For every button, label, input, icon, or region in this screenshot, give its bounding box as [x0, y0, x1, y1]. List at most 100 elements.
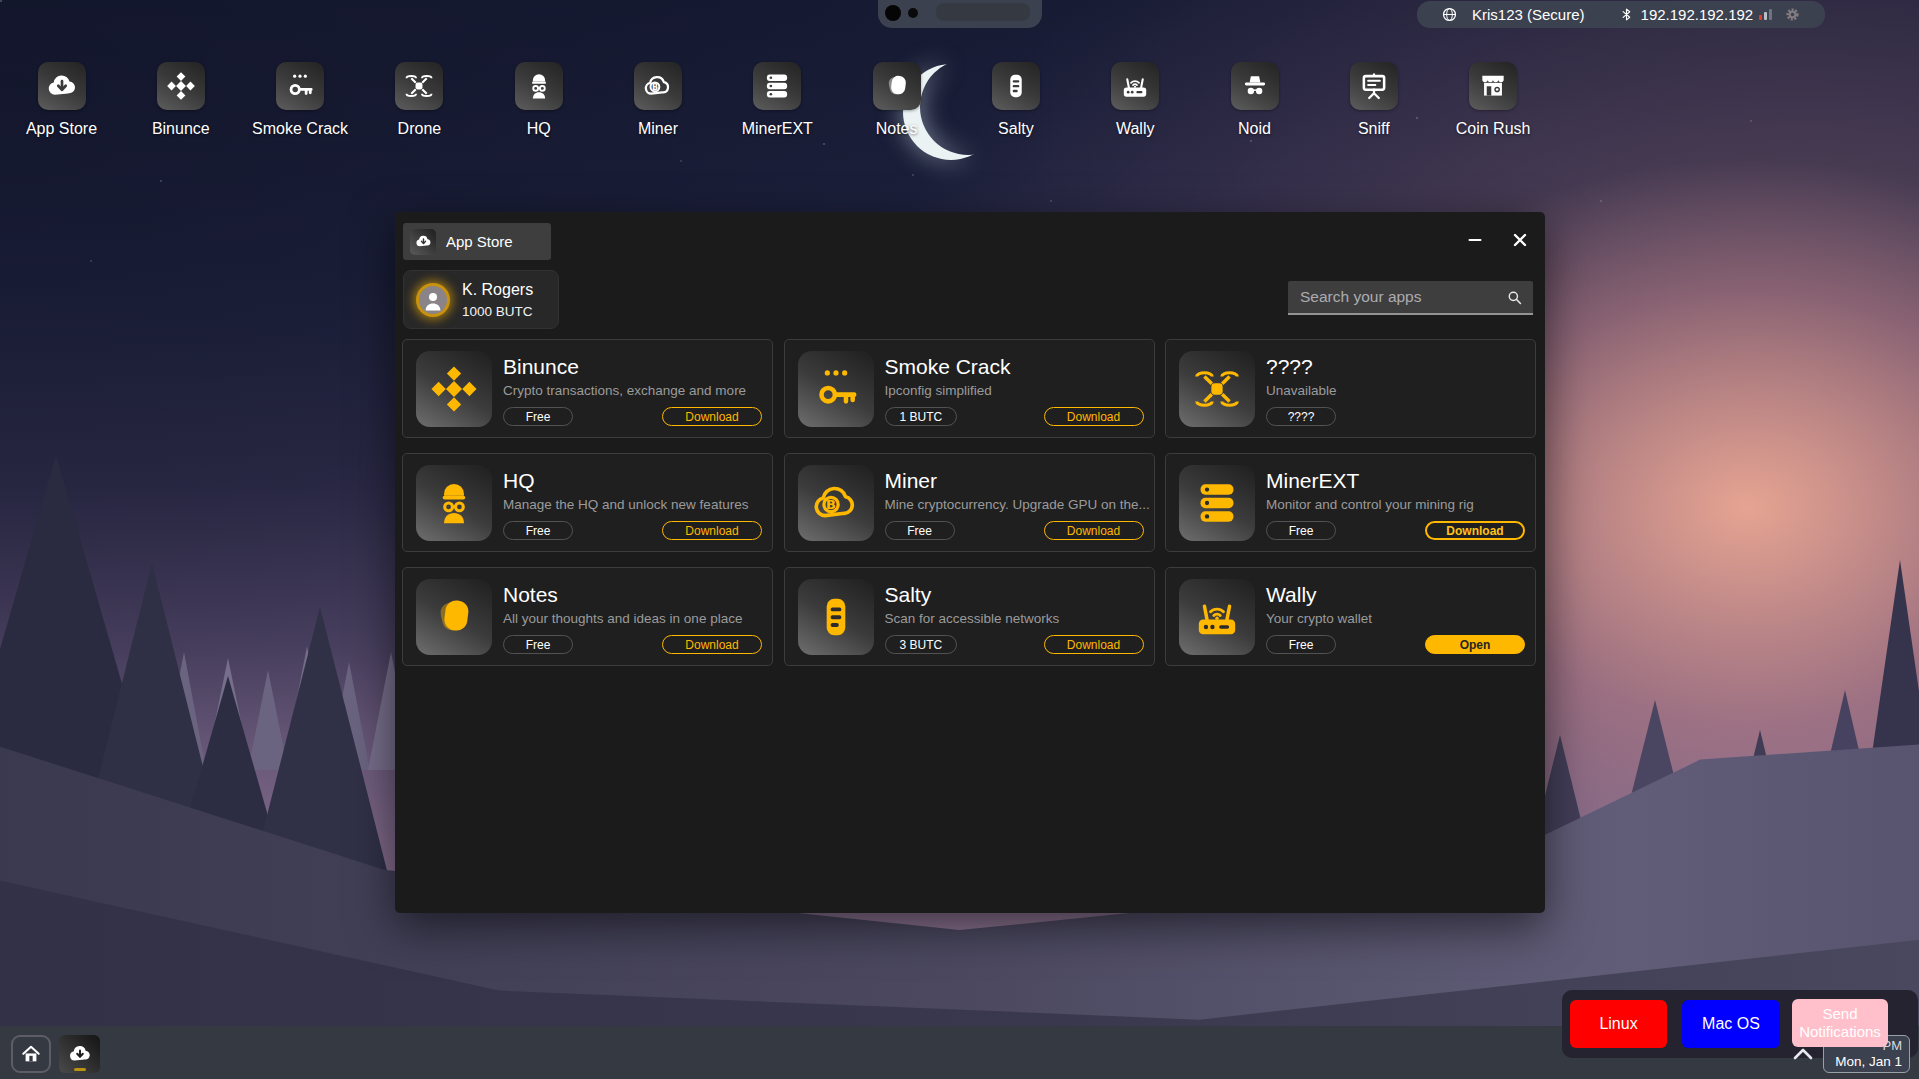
desktop-icon-app-store[interactable]: App Store — [7, 62, 117, 138]
app-name: Smoke Crack — [885, 355, 1011, 379]
taskbar-home-button[interactable] — [11, 1035, 51, 1073]
app-store-tab-icon — [410, 229, 436, 255]
person-icon — [420, 288, 446, 314]
app-name: ???? — [1266, 355, 1313, 379]
desktop-icon-label: MinerEXT — [742, 120, 813, 138]
app-download-button[interactable]: Download — [662, 635, 762, 654]
desktop-icon-binunce[interactable]: Binunce — [126, 62, 236, 138]
drone-icon — [1191, 363, 1243, 415]
drone-icon — [403, 70, 435, 102]
app-download-button[interactable]: Download — [1044, 521, 1144, 540]
minimize-button[interactable] — [1462, 227, 1488, 253]
app-download-button[interactable]: Download — [1044, 635, 1144, 654]
app-card-miner: B Miner Mine cryptocurrency. Upgrade GPU… — [784, 453, 1155, 552]
app-description: Your crypto wallet — [1266, 611, 1372, 626]
router-icon — [1119, 70, 1151, 102]
app-card-icon-tile — [1179, 465, 1255, 541]
app-download-button[interactable]: Download — [1044, 407, 1144, 426]
avatar — [416, 283, 450, 317]
taskbar-app-store-button[interactable] — [59, 1035, 100, 1073]
desktop-icon-label: Wally — [1116, 120, 1155, 138]
desktop-icon-minerext[interactable]: MinerEXT — [722, 62, 832, 138]
app-card-notes: Notes All your thoughts and ideas in one… — [402, 567, 773, 666]
desktop-icon-label: Smoke Crack — [252, 120, 348, 138]
user-name: K. Rogers — [462, 281, 533, 299]
app-card-icon-tile: B — [798, 465, 874, 541]
svg-text:B: B — [652, 83, 658, 92]
app-open-button[interactable]: Open — [1425, 635, 1525, 654]
app-download-button[interactable]: Download — [662, 407, 762, 426]
desktop-icon-tile — [38, 62, 86, 110]
desktop-icon-hq[interactable]: HQ — [484, 62, 594, 138]
app-name: Notes — [503, 583, 558, 607]
network-name: Kris123 (Secure) — [1472, 6, 1585, 23]
desktop-icon-drone[interactable]: Drone — [364, 62, 474, 138]
desktop-icon-tile — [1350, 62, 1398, 110]
desktop-icon-salty[interactable]: Salty — [961, 62, 1071, 138]
router-icon — [1191, 591, 1243, 643]
desktop-icon-miner[interactable]: B Miner — [603, 62, 713, 138]
app-download-button[interactable]: Download — [1425, 521, 1525, 540]
storefront-icon — [1477, 70, 1509, 102]
app-name: Wally — [1266, 583, 1317, 607]
app-price-badge: Free — [885, 521, 955, 540]
app-price-badge: Free — [503, 635, 573, 654]
search-input[interactable] — [1288, 288, 1506, 306]
desktop-icon-tile — [992, 62, 1040, 110]
desktop-icon-tile — [873, 62, 921, 110]
close-button[interactable] — [1507, 227, 1533, 253]
desktop-icon-sniff[interactable]: Sniff — [1319, 62, 1429, 138]
app-price-badge: Free — [1266, 635, 1336, 654]
search-box[interactable] — [1288, 281, 1533, 315]
app-name: Salty — [885, 583, 932, 607]
app-price-badge: Free — [1266, 521, 1336, 540]
desktop-icon-notes[interactable]: Notes — [842, 62, 952, 138]
app-description: Ipconfig simplified — [885, 383, 992, 398]
desktop-icon-label: App Store — [26, 120, 97, 138]
server-stack-icon — [761, 70, 793, 102]
app-name: HQ — [503, 469, 535, 493]
flask-icon — [810, 591, 862, 643]
server-stack-icon — [1191, 477, 1243, 529]
app-card-icon-tile — [1179, 351, 1255, 427]
ip-address: 192.192.192.192 — [1641, 6, 1754, 23]
app-download-button[interactable]: Download — [662, 521, 762, 540]
gear-icon — [1784, 6, 1801, 23]
app-price-badge: 1 BUTC — [885, 407, 958, 426]
app-name: Miner — [885, 469, 938, 493]
desktop-icon-tile — [395, 62, 443, 110]
camera-dot-large — [885, 5, 901, 21]
user-card[interactable]: K. Rogers 1000 BUTC — [403, 270, 559, 329]
window-title: App Store — [446, 233, 513, 250]
desktop-icon-label: Miner — [638, 120, 678, 138]
desktop-icon-label: Coin Rush — [1456, 120, 1531, 138]
note-icon — [428, 591, 480, 643]
app-description: All your thoughts and ideas in one place — [503, 611, 742, 626]
active-app-indicator — [74, 1068, 86, 1071]
app-description: Mine cryptocurrency. Upgrade GPU on the.… — [885, 497, 1150, 512]
os-button-mac-os[interactable]: Mac OS — [1682, 1000, 1780, 1048]
speaker-grille — [936, 3, 1030, 21]
desktop-icon-tile: B — [634, 62, 682, 110]
desktop-icon-smoke-crack[interactable]: Smoke Crack — [245, 62, 355, 138]
os-button-send-notifications[interactable]: Send Notifications — [1792, 999, 1888, 1047]
os-button-linux[interactable]: Linux — [1570, 1000, 1667, 1048]
window-title-tab[interactable]: App Store — [403, 223, 551, 260]
app-card-minerext: MinerEXT Monitor and control your mining… — [1165, 453, 1536, 552]
desktop-icon-tile — [157, 62, 205, 110]
desktop-icon-noid[interactable]: Noid — [1200, 62, 1310, 138]
app-card-icon-tile — [798, 579, 874, 655]
clock-date: Mon, Jan 1 — [1831, 1054, 1902, 1069]
app-name: MinerEXT — [1266, 469, 1359, 493]
cloud-download-icon — [46, 70, 78, 102]
camera-dot-small — [908, 8, 918, 18]
stars — [0, 0, 2, 2]
desktop-icon-coin-rush[interactable]: Coin Rush — [1438, 62, 1548, 138]
desktop-icon-tile — [1111, 62, 1159, 110]
app-price-badge: 3 BUTC — [885, 635, 958, 654]
signal-icon — [1759, 9, 1772, 20]
desktop-icon-wally[interactable]: Wally — [1080, 62, 1190, 138]
cloud-bitcoin-icon: B — [642, 70, 674, 102]
app-price-badge: Free — [503, 407, 573, 426]
app-description: Manage the HQ and unlock new features — [503, 497, 748, 512]
